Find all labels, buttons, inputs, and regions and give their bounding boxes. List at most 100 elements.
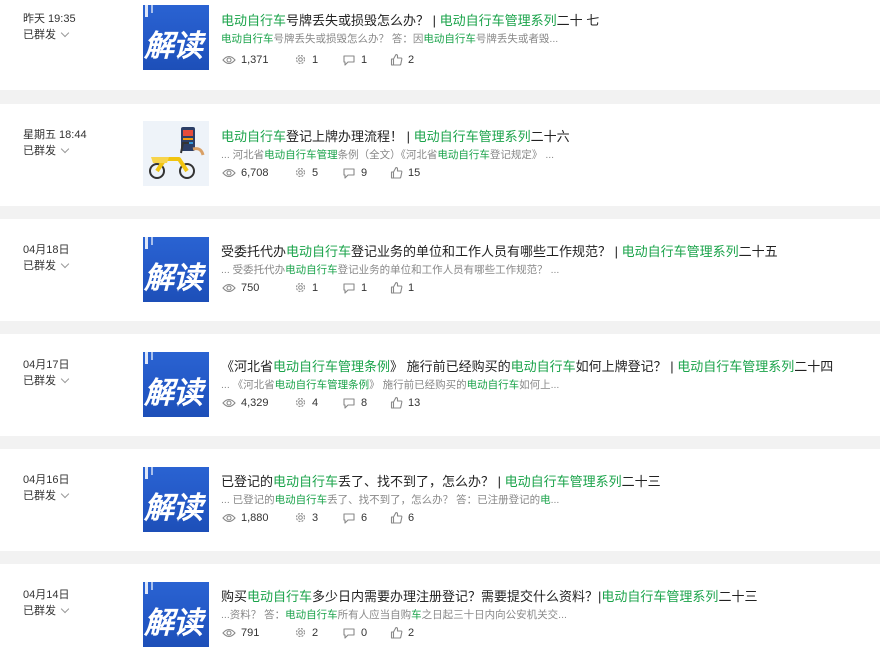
thumbnail-text: 解读	[144, 29, 203, 64]
digest-text: 所有人应当自购	[337, 609, 412, 621]
read-count: 1,371	[222, 54, 294, 66]
post-thumbnail[interactable]: 解读	[143, 237, 209, 302]
digest-text: 之日起三十日内向公安机关交...	[421, 609, 567, 621]
post-status-label: 已群发	[23, 29, 56, 41]
like-count-value: 2	[408, 53, 415, 66]
digest-text: ... 受委托代办	[221, 264, 286, 276]
post-status-dropdown[interactable]: 已群发	[23, 257, 70, 273]
post-stats: 1,880 3 6 6	[222, 511, 438, 524]
read-count-value: 4,329	[241, 396, 269, 409]
digest-keyword: 电动自行车	[285, 264, 338, 276]
title-text: 如何上牌登记？ |	[575, 359, 678, 374]
share-count: 5	[294, 166, 342, 179]
digest-text: ...资料？ 答：	[221, 609, 286, 621]
title-keyword: 电动自行车	[221, 13, 287, 28]
comment-icon	[343, 397, 355, 409]
digest-text: 丢了、找不到了，怎么办？ 答：已注册登记的	[327, 494, 541, 506]
title-text: 二十六	[530, 129, 570, 144]
post-title[interactable]: 电动自行车登记上牌办理流程！ | 电动自行车管理系列二十六	[221, 126, 570, 145]
post-title[interactable]: 购买电动自行车多少日内需要办理注册登记？需要提交什么资料？|电动自行车管理系列二…	[221, 586, 757, 605]
title-text: 《河北省	[221, 359, 274, 374]
post-card[interactable]: 04月14日 已群发 解读 购买电动自行车多少日内需要办理注册登记？需要提交什么…	[0, 564, 880, 663]
digest-text: 如何上...	[519, 379, 560, 391]
post-status-dropdown[interactable]: 已群发	[23, 142, 70, 158]
comment-count-value: 6	[361, 511, 368, 524]
post-status-label: 已群发	[23, 490, 56, 502]
title-text: 二十三	[621, 474, 661, 489]
comment-count: 6	[342, 512, 390, 524]
thumbs-up-icon	[390, 53, 403, 66]
post-digest: 电动自行车号牌丢失或损毁怎么办？ 答：因电动自行车号牌丢失或者毁...	[221, 31, 821, 46]
post-card[interactable]: 星期五 18:44 已群发 电动自行车登记上牌办理流程！ | 电动自行车管理系列…	[0, 104, 880, 206]
thumbs-up-icon	[390, 511, 403, 524]
gear-icon	[295, 282, 306, 293]
eye-icon	[222, 168, 236, 177]
digest-text: ... 《河北省	[221, 379, 275, 391]
post-thumbnail[interactable]: 解读	[143, 582, 209, 647]
chevron-down-icon	[60, 28, 70, 37]
comment-icon	[343, 512, 355, 524]
like-count: 6	[390, 511, 438, 524]
digest-text: 条例（全文）《河北省	[337, 149, 438, 161]
post-digest: ... 已登记的电动自行车丢了、找不到了，怎么办？ 答：已注册登记的电...	[221, 492, 821, 507]
title-keyword: 电动自行车	[273, 474, 339, 489]
thumbnail-text: 解读	[144, 376, 203, 411]
read-count: 1,880	[222, 512, 294, 524]
comment-icon	[343, 167, 355, 179]
read-count-value: 791	[241, 626, 260, 639]
post-stats: 4,329 4 8 13	[222, 396, 438, 409]
like-count: 2	[390, 53, 438, 66]
post-date: 04月16日	[23, 474, 70, 486]
read-count-value: 1,880	[241, 511, 269, 524]
digest-text: ...	[550, 494, 560, 506]
thumbnail-text: 解读	[144, 261, 203, 296]
share-count-value: 1	[312, 53, 319, 66]
post-status-dropdown[interactable]: 已群发	[23, 372, 70, 388]
post-card[interactable]: 04月16日 已群发 解读 已登记的电动自行车丢了、找不到了，怎么办？ | 电动…	[0, 449, 880, 551]
thumbs-up-icon	[390, 281, 403, 294]
post-status-dropdown[interactable]: 已群发	[23, 26, 70, 42]
like-count: 13	[390, 396, 438, 409]
like-count: 15	[390, 166, 438, 179]
post-thumbnail[interactable]: 解读	[143, 5, 209, 70]
comment-count-value: 8	[361, 396, 368, 409]
like-count-value: 1	[408, 281, 415, 294]
post-title[interactable]: 已登记的电动自行车丢了、找不到了，怎么办？ | 电动自行车管理系列二十三	[221, 471, 661, 490]
post-thumbnail[interactable]: 解读	[143, 352, 209, 417]
digest-keyword: 电	[540, 494, 551, 506]
post-thumbnail[interactable]: 解读	[143, 467, 209, 532]
digest-keyword: 电动自行车	[285, 609, 338, 621]
post-date: 04月17日	[23, 359, 70, 371]
post-thumbnail[interactable]	[143, 121, 209, 186]
title-text: 已登记的	[221, 474, 274, 489]
post-title[interactable]: 受委托代办电动自行车登记业务的单位和工作人员有哪些工作规范？ | 电动自行车管理…	[221, 241, 778, 260]
digest-text: 号牌丢失或者毁...	[475, 33, 559, 45]
post-status-dropdown[interactable]: 已群发	[23, 602, 70, 618]
read-count: 4,329	[222, 397, 294, 409]
title-keyword: 电动自行车管理条例	[273, 359, 391, 374]
post-title[interactable]: 电动自行车号牌丢失或损毁怎么办？ | 电动自行车管理系列二十 七	[221, 10, 599, 29]
share-count-value: 5	[312, 166, 319, 179]
comment-count-value: 1	[361, 281, 368, 294]
digest-text: 》 施行前已经购买的	[369, 379, 467, 391]
digest-keyword: 电动自行车管理	[264, 149, 338, 161]
post-card[interactable]: 04月18日 已群发 解读 受委托代办电动自行车登记业务的单位和工作人员有哪些工…	[0, 219, 880, 321]
comment-count: 9	[342, 167, 390, 179]
post-status-dropdown[interactable]: 已群发	[23, 487, 70, 503]
post-digest: ...资料？ 答：电动自行车所有人应当自购车之日起三十日内向公安机关交...	[221, 607, 821, 622]
like-count-value: 6	[408, 511, 415, 524]
digest-keyword: 车	[411, 609, 422, 621]
comment-icon	[343, 627, 355, 639]
title-keyword: 电动自行车	[221, 129, 287, 144]
chevron-down-icon	[60, 374, 70, 383]
post-card[interactable]: 昨天 19:35 已群发 解读 电动自行车号牌丢失或损毁怎么办？ | 电动自行车…	[0, 0, 880, 90]
post-title[interactable]: 《河北省电动自行车管理条例》 施行前已经购买的电动自行车如何上牌登记？ | 电动…	[221, 356, 833, 375]
read-count: 6,708	[222, 167, 294, 179]
comment-count-value: 9	[361, 166, 368, 179]
title-text: 登记业务的单位和工作人员有哪些工作规范？ |	[351, 244, 622, 259]
post-card[interactable]: 04月17日 已群发 解读 《河北省电动自行车管理条例》 施行前已经购买的电动自…	[0, 334, 880, 436]
scooter-illustration-icon	[149, 127, 205, 179]
post-stats: 791 2 0 2	[222, 626, 438, 639]
article-feed: 昨天 19:35 已群发 解读 电动自行车号牌丢失或损毁怎么办？ | 电动自行车…	[0, 0, 880, 663]
like-count: 2	[390, 626, 438, 639]
